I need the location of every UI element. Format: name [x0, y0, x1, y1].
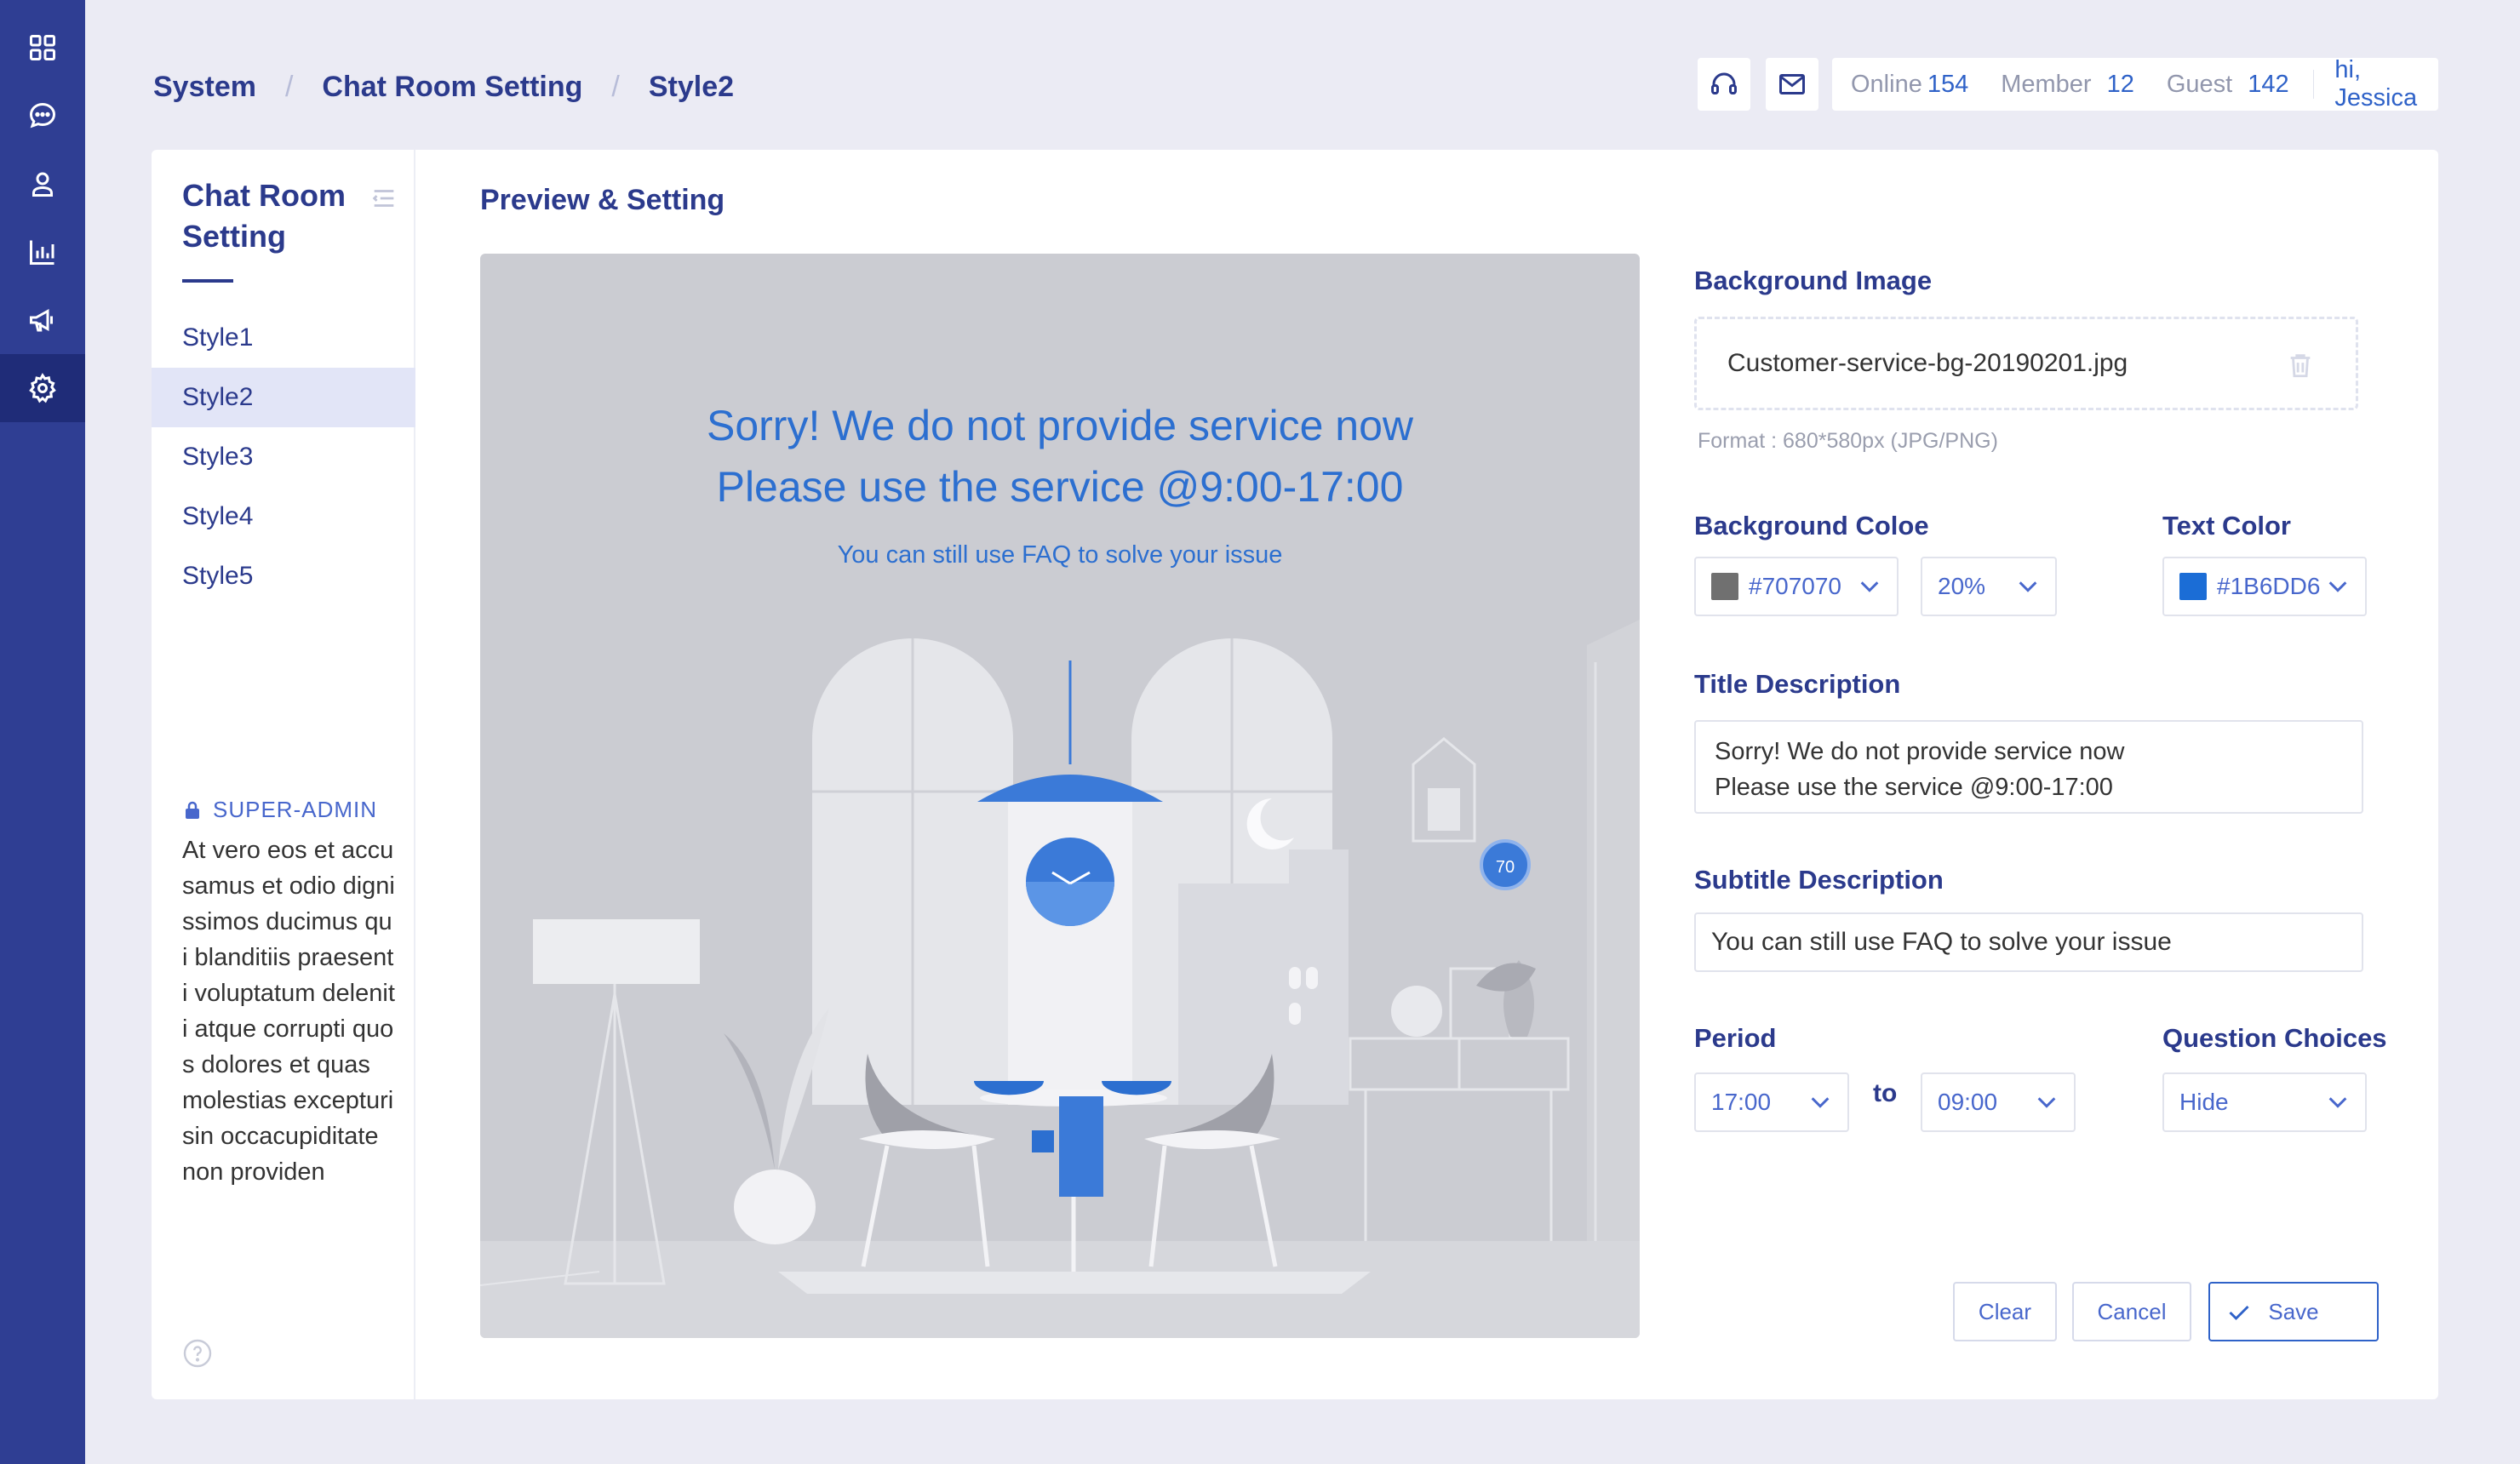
subtitle-description-label: Subtitle Description [1694, 865, 1944, 895]
online-count: 154 [1927, 70, 1969, 98]
user-greeting[interactable]: hi, Jessica [2334, 56, 2438, 112]
period-to-label: to [1873, 1079, 1898, 1107]
question-choices-label: Question Choices [2162, 1023, 2387, 1053]
preview-title-line2: Please use the service @9:00-17:00 [716, 463, 1404, 511]
clear-button[interactable]: Clear [1953, 1282, 2057, 1341]
subnav-item-style3[interactable]: Style3 [152, 427, 415, 487]
online-label: Online [1851, 70, 1922, 98]
chevron-down-icon [1860, 581, 1879, 592]
subtitle-description-input[interactable]: You can still use FAQ to solve your issu… [1694, 912, 2363, 972]
breadcrumb-separator: / [284, 70, 294, 103]
chevron-down-icon [2328, 1097, 2347, 1108]
chat-room-preview: 70 Sorry! We do not provide service now … [480, 254, 1640, 1338]
save-button-label: Save [2268, 1298, 2319, 1324]
subnav-item-style1[interactable]: Style1 [152, 308, 415, 368]
chat-icon [29, 102, 56, 129]
period-from-select[interactable]: 17:00 [1694, 1072, 1849, 1132]
question-choices-value: Hide [2179, 1089, 2229, 1115]
section-title: Preview & Setting [480, 184, 725, 216]
settings-card: Chat Room Setting Style1 Style2 Style3 S… [152, 150, 2438, 1399]
period-to-value: 09:00 [1938, 1089, 1998, 1115]
collapse-menu-icon[interactable] [369, 184, 398, 213]
rail-item-user[interactable] [0, 150, 85, 218]
text-color-select[interactable]: #1B6DD6 [2162, 557, 2367, 616]
chat-room-subnav: Chat Room Setting Style1 Style2 Style3 S… [152, 150, 415, 1399]
background-opacity-value: 20% [1938, 573, 1986, 599]
subnav-title: Chat Room Setting [182, 178, 346, 254]
mail-button[interactable] [1766, 58, 1818, 111]
preview-title: Sorry! We do not provide service now Ple… [480, 395, 1640, 518]
background-color-select[interactable]: #707070 [1694, 557, 1899, 616]
background-opacity-select[interactable]: 20% [1921, 557, 2057, 616]
period-from-value: 17:00 [1711, 1089, 1772, 1115]
online-stats: Online 154 Member 12 Guest 142 hi, Jessi… [1832, 56, 2438, 112]
subnav-item-style5[interactable]: Style5 [152, 546, 415, 606]
thermostat-value: 70 [1496, 858, 1515, 877]
breadcrumb-style2: Style2 [648, 70, 735, 103]
period-label: Period [1694, 1023, 1777, 1053]
subnav-item-style2[interactable]: Style2 [152, 368, 415, 427]
background-color-value: #707070 [1749, 573, 1842, 599]
text-color-label: Text Color [2162, 511, 2291, 540]
rail-item-chart[interactable] [0, 218, 85, 286]
chart-icon [30, 240, 54, 265]
background-image-hint: Format : 680*580px (JPG/PNG) [1698, 429, 1998, 453]
background-image-filename: Customer-service-bg-20190201.jpg [1727, 349, 2128, 377]
icon-rail [0, 0, 85, 1464]
stats-divider [2312, 70, 2315, 99]
question-choices-select[interactable]: Hide [2162, 1072, 2367, 1132]
role-label: SUPER-ADMIN [213, 797, 378, 822]
member-label: Member [2001, 70, 2092, 98]
background-color-label: Background Coloe [1694, 511, 1929, 540]
background-image-label: Background Image [1694, 266, 1933, 295]
breadcrumb-system[interactable]: System [153, 71, 256, 104]
background-image-upload[interactable]: Customer-service-bg-20190201.jpg [1694, 317, 2358, 410]
trash-icon[interactable] [2286, 350, 2315, 380]
dashboard-icon [30, 35, 55, 60]
preview-subtitle: You can still use FAQ to solve your issu… [837, 541, 1283, 569]
rail-item-settings[interactable] [0, 354, 85, 422]
subnav-title-underline [182, 279, 233, 283]
support-button[interactable] [1698, 58, 1750, 111]
subnav-item-style4[interactable]: Style4 [152, 487, 415, 546]
period-to-select[interactable]: 09:00 [1921, 1072, 2076, 1132]
help-icon[interactable] [182, 1338, 213, 1369]
cancel-button[interactable]: Cancel [2072, 1282, 2191, 1341]
breadcrumb-chat-room-setting[interactable]: Chat Room Setting [322, 71, 582, 104]
role-badge: SUPER-ADMIN [182, 797, 377, 823]
guest-count: 142 [2248, 70, 2289, 98]
rail-item-broadcast[interactable] [0, 286, 85, 354]
headset-icon [1711, 72, 1737, 94]
title-description-label: Title Description [1694, 669, 1901, 699]
mail-icon [1779, 74, 1805, 94]
text-color-swatch [2179, 573, 2207, 600]
chevron-down-icon [2037, 1097, 2056, 1108]
save-button[interactable]: Save [2208, 1282, 2379, 1341]
settings-icon [29, 373, 56, 403]
checkmark-icon [2229, 1305, 2249, 1321]
rail-item-dashboard[interactable] [0, 14, 85, 82]
user-icon [32, 172, 53, 197]
background-color-swatch [1711, 573, 1738, 600]
lock-icon [186, 801, 199, 819]
chevron-down-icon [2328, 581, 2347, 592]
member-count: 12 [2106, 70, 2134, 98]
rail-item-chat[interactable] [0, 82, 85, 150]
title-description-input[interactable]: Sorry! We do not provide service now Ple… [1694, 720, 2363, 814]
chevron-down-icon [2019, 581, 2037, 592]
role-description: At vero eos et accusamus et odio digniss… [182, 837, 395, 1186]
breadcrumb-separator: / [611, 70, 620, 103]
preview-title-line1: Sorry! We do not provide service now [706, 402, 1413, 449]
text-color-value: #1B6DD6 [2217, 573, 2321, 599]
breadcrumb: System / Chat Room Setting / Style2 [153, 65, 734, 109]
megaphone-icon [30, 308, 53, 332]
chevron-down-icon [1811, 1097, 1830, 1108]
guest-label: Guest [2166, 70, 2233, 98]
